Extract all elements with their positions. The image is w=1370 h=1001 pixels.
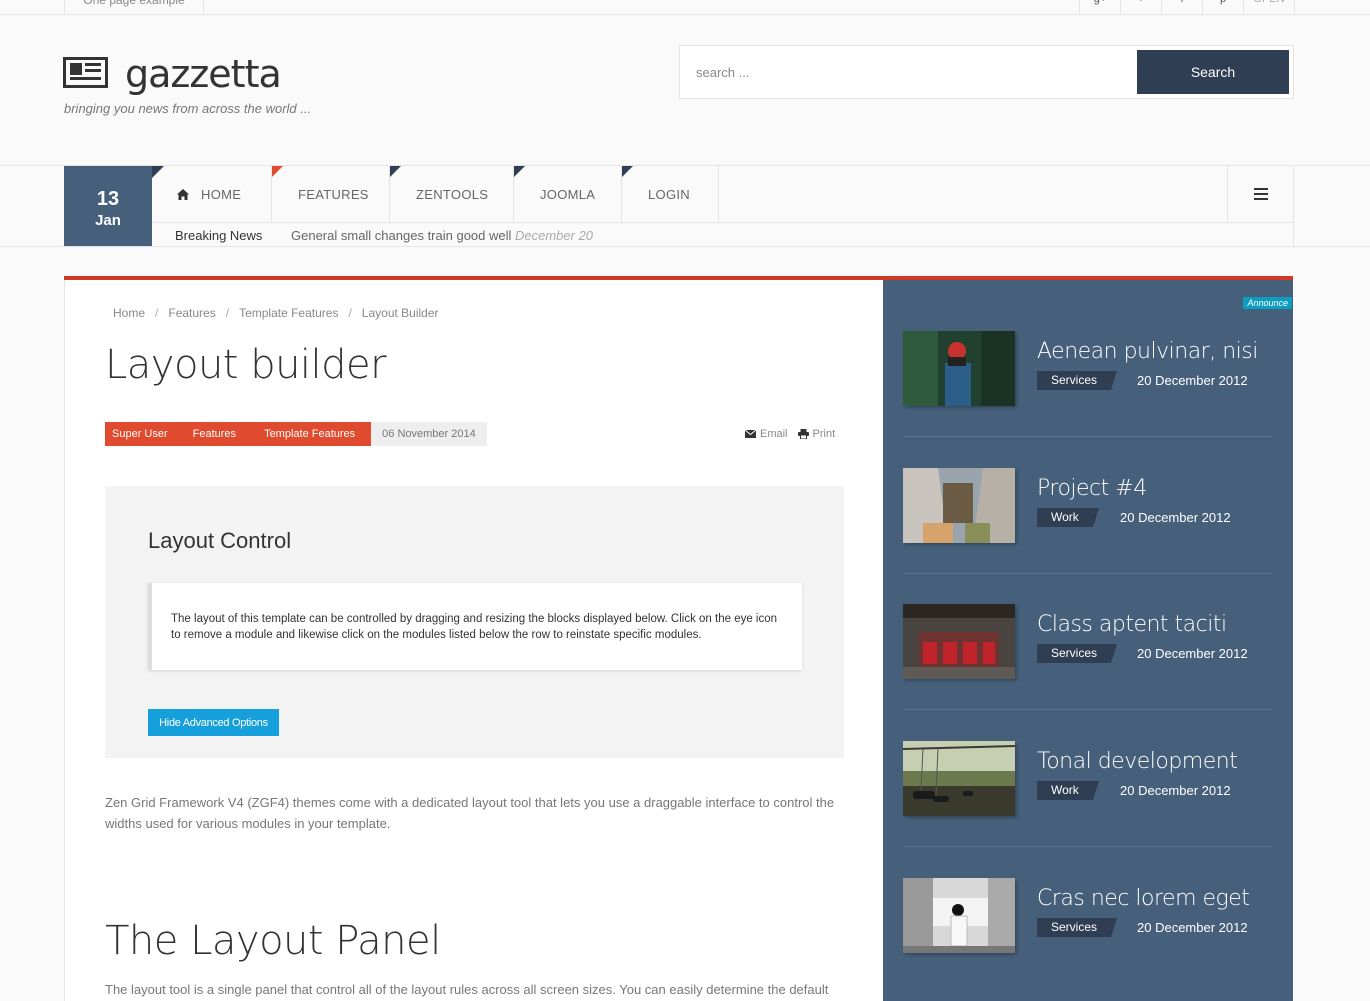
- section-heading: The Layout Panel: [105, 918, 441, 964]
- post-date: 20 December 2012: [1137, 373, 1248, 388]
- article-date: 06 November 2014: [371, 422, 487, 446]
- article: Home / Features / Template Features / Layout B…: [64, 280, 883, 1001]
- post-thumbnail[interactable]: [903, 878, 1015, 953]
- hamburger-menu-button[interactable]: [1227, 166, 1294, 222]
- sidebar-post[interactable]: Class aptent taciti Services 20 December…: [903, 604, 1273, 741]
- facebook-icon[interactable]: f: [1161, 0, 1202, 15]
- post-category[interactable]: Work: [1037, 781, 1099, 800]
- sidebar-post[interactable]: Tonal development Work 20 December 2012: [903, 741, 1273, 878]
- email-link[interactable]: Email: [745, 428, 788, 440]
- page-title: Layout builder: [105, 342, 387, 388]
- sidebar: Announce Aenean pulvinar, nisi Services …: [883, 280, 1293, 1001]
- main-content: Home / Features / Template Features / Layout B…: [64, 276, 1293, 1001]
- print-link[interactable]: Print: [797, 428, 836, 440]
- breadcrumb-home[interactable]: Home: [113, 306, 145, 320]
- date-month: Jan: [95, 212, 121, 229]
- category-tag-template-features[interactable]: Template Features: [258, 422, 372, 446]
- post-thumbnail[interactable]: [903, 604, 1015, 679]
- breadcrumb-template-features[interactable]: Template Features: [239, 306, 338, 320]
- date-box: 13 Jan: [64, 166, 164, 246]
- section-paragraph: The layout tool is a single panel that c…: [105, 982, 829, 997]
- post-date: 20 December 2012: [1137, 646, 1248, 661]
- article-meta: Super User Features Template Features 06…: [105, 422, 487, 446]
- layout-control-description: The layout of this template can be contr…: [148, 583, 802, 670]
- search-button[interactable]: Search: [1137, 50, 1289, 94]
- post-title[interactable]: Aenean pulvinar, nisi: [1037, 339, 1258, 364]
- menu-item-features[interactable]: FEATURES: [272, 166, 390, 222]
- post-title[interactable]: Class aptent taciti: [1037, 612, 1227, 637]
- category-tag-features[interactable]: Features: [175, 422, 259, 446]
- open-toggle[interactable]: OPEN: [1243, 0, 1295, 15]
- corner-marker: [622, 166, 633, 177]
- corner-marker: [514, 166, 525, 177]
- menu-item-home[interactable]: HOME: [152, 166, 272, 222]
- menu-label: JOOMLA: [540, 186, 596, 202]
- layout-control-heading: Layout Control: [148, 528, 292, 553]
- breadcrumb-features[interactable]: Features: [168, 306, 215, 320]
- one-page-example-link[interactable]: One page example: [64, 0, 204, 15]
- sidebar-post[interactable]: Cras nec lorem eget Services 20 December…: [903, 878, 1273, 1001]
- envelope-icon: [745, 430, 756, 438]
- post-category[interactable]: Services: [1037, 644, 1118, 663]
- divider: [903, 573, 1273, 574]
- menu-item-zentools[interactable]: ZENTOOLS: [390, 166, 514, 222]
- layout-control-screenshot: Layout Control The layout of this templa…: [105, 486, 844, 758]
- breaking-news-date: December 20: [515, 228, 594, 243]
- post-title[interactable]: Project #4: [1037, 476, 1147, 501]
- pinterest-icon[interactable]: p: [1202, 0, 1243, 15]
- post-thumbnail[interactable]: [903, 741, 1015, 816]
- post-title[interactable]: Tonal development: [1037, 749, 1238, 774]
- search-input[interactable]: [680, 46, 1135, 98]
- newspaper-icon[interactable]: [63, 57, 108, 89]
- post-category[interactable]: Services: [1037, 371, 1118, 390]
- post-title[interactable]: Cras nec lorem eget: [1037, 886, 1250, 911]
- home-icon: [177, 188, 189, 200]
- menu-item-login[interactable]: LOGIN: [622, 166, 719, 222]
- post-category[interactable]: Work: [1037, 508, 1099, 527]
- site-tagline: bringing you news from across the world …: [64, 101, 312, 116]
- email-label: Email: [760, 428, 788, 440]
- print-label: Print: [812, 428, 836, 440]
- twitter-icon[interactable]: ✦: [1120, 0, 1161, 15]
- menu-label: ZENTOOLS: [416, 186, 489, 202]
- post-category[interactable]: Services: [1037, 918, 1118, 937]
- author-tag[interactable]: Super User: [105, 422, 176, 446]
- sidebar-post[interactable]: Project #4 Work 20 December 2012: [903, 468, 1273, 605]
- search-form: Search: [679, 45, 1294, 99]
- hide-advanced-options-button[interactable]: Hide Advanced Options: [148, 709, 279, 736]
- article-tools: Email Print: [745, 428, 835, 440]
- corner-marker: [272, 166, 283, 177]
- breaking-news-headline[interactable]: General small changes train good well: [291, 228, 511, 243]
- hamburger-icon: [1253, 188, 1268, 200]
- social-links: g+ ✦ f p OPEN: [1079, 0, 1295, 15]
- breadcrumb: Home / Features / Template Features / Layout B…: [113, 306, 439, 320]
- top-bar: One page example g+ ✦ f p OPEN: [0, 0, 1370, 15]
- breaking-news-ticker: Breaking News General small changes trai…: [152, 223, 1294, 246]
- divider: [903, 846, 1273, 847]
- post-date: 20 December 2012: [1120, 783, 1231, 798]
- menu-item-joomla[interactable]: JOOMLA: [514, 166, 622, 222]
- divider: [903, 436, 1273, 437]
- intro-paragraph: Zen Grid Framework V4 (ZGF4) themes come…: [105, 795, 835, 831]
- post-date: 20 December 2012: [1120, 510, 1231, 525]
- announce-badge: Announce: [1243, 297, 1292, 309]
- menu-label: LOGIN: [648, 186, 690, 202]
- breaking-news-label: Breaking News: [175, 228, 263, 243]
- menu-label: HOME: [201, 186, 242, 202]
- date-day: 13: [96, 188, 120, 210]
- site-logo[interactable]: gazzetta: [125, 52, 282, 96]
- main-menu: HOME FEATURES ZENTOOLS JOOMLA LOGIN: [152, 166, 1294, 223]
- divider: [903, 709, 1273, 710]
- post-date: 20 December 2012: [1137, 920, 1248, 935]
- menu-label: FEATURES: [298, 186, 369, 202]
- post-thumbnail[interactable]: [903, 468, 1015, 543]
- google-plus-icon[interactable]: g+: [1079, 0, 1120, 15]
- breadcrumb-current: Layout Builder: [361, 306, 439, 320]
- corner-marker: [390, 166, 401, 177]
- corner-marker: [152, 166, 163, 177]
- post-thumbnail[interactable]: [903, 331, 1015, 406]
- printer-icon: [797, 429, 809, 439]
- sidebar-post[interactable]: Aenean pulvinar, nisi Services 20 Decemb…: [903, 331, 1273, 468]
